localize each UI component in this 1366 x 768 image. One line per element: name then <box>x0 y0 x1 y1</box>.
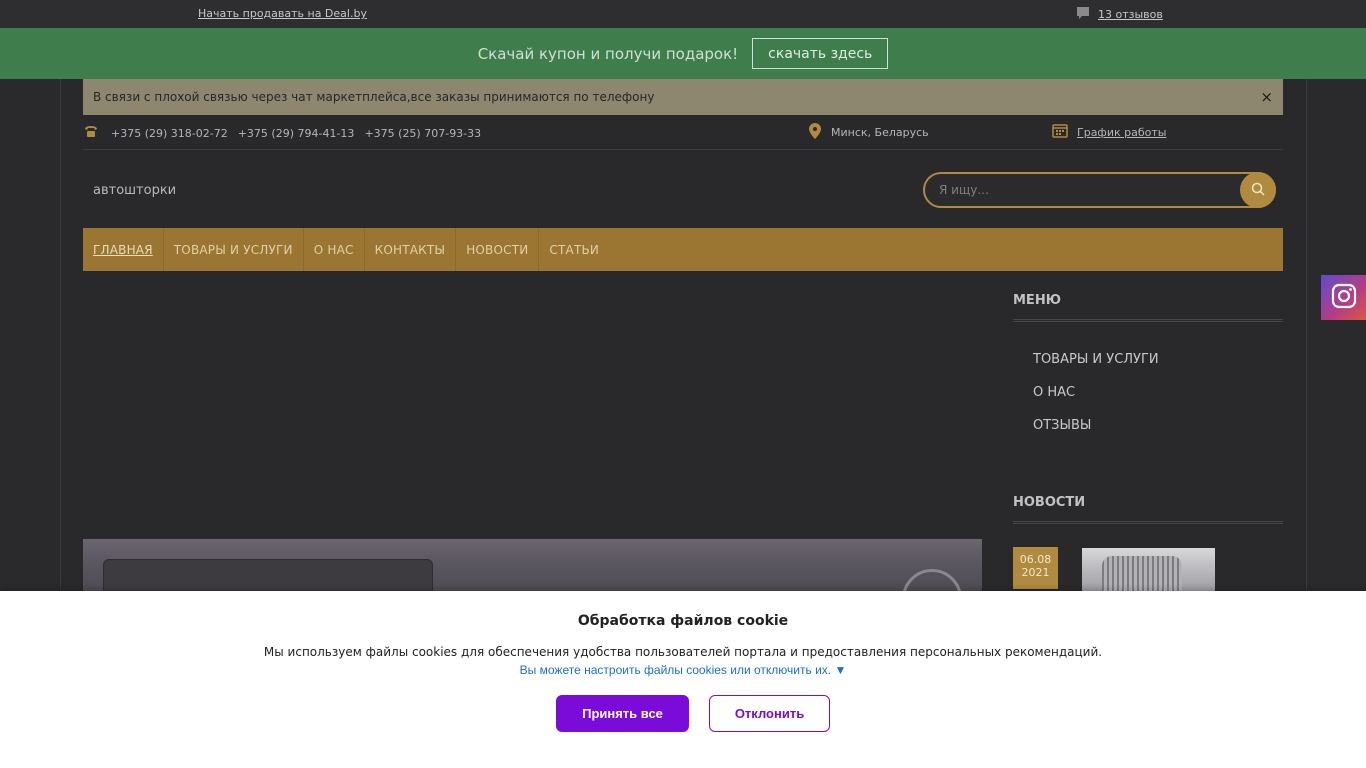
news-thumbnail[interactable] <box>1082 548 1215 593</box>
notice-banner: В связи с плохой связью через чат маркет… <box>83 79 1283 115</box>
cookie-description: Мы используем файлы cookies для обеспече… <box>263 645 1103 659</box>
comment-icon <box>1076 6 1090 23</box>
phone-list: +375 (29) 318-02-72 +375 (29) 794-41-13 … <box>83 124 481 142</box>
close-icon[interactable]: × <box>1260 88 1273 106</box>
nav-item-news[interactable]: НОВОСТИ <box>456 228 540 271</box>
cookie-consent-panel: Обработка файлов cookie Мы используем фа… <box>0 591 1366 768</box>
news-date-year: 2021 <box>1021 566 1050 579</box>
sidebar-news-title: НОВОСТИ <box>1013 495 1283 524</box>
phone-icon[interactable] <box>83 124 99 142</box>
main-nav: ГЛАВНАЯ ТОВАРЫ И УСЛУГИ О НАС КОНТАКТЫ Н… <box>83 228 1283 271</box>
coupon-text: Скачай купон и получи подарок! <box>477 44 739 63</box>
location-text: Минск, Беларусь <box>831 126 929 139</box>
instagram-icon <box>1331 283 1357 313</box>
coupon-download-button[interactable]: скачать здесь <box>752 38 889 69</box>
sidebar-item-about[interactable]: О НАС <box>1033 385 1159 418</box>
sidebar-menu-title: МЕНЮ <box>1013 293 1283 322</box>
sidebar-item-reviews[interactable]: ОТЗЫВЫ <box>1033 418 1159 451</box>
news-date-day: 06.08 <box>1019 553 1052 566</box>
nav-item-products[interactable]: ТОВАРЫ И УСЛУГИ <box>164 228 304 271</box>
accept-all-button[interactable]: Принять все <box>556 695 689 732</box>
top-bar: Начать продавать на Deal.by 13 отзывов <box>0 0 1366 28</box>
news-date-badge[interactable]: 06.08 2021 <box>1013 547 1058 589</box>
phone-number[interactable]: +375 (29) 318-02-72 <box>111 127 228 140</box>
search-button[interactable] <box>1240 172 1276 208</box>
sidebar-item-products[interactable]: ТОВАРЫ И УСЛУГИ <box>1033 352 1159 385</box>
phone-number[interactable]: +375 (29) 794-41-13 <box>238 127 355 140</box>
nav-item-articles[interactable]: СТАТЬИ <box>539 228 609 271</box>
reviews-link[interactable]: 13 отзывов <box>1076 6 1163 23</box>
calendar-icon <box>1052 123 1068 141</box>
search-icon <box>1251 181 1265 200</box>
phone-number[interactable]: +375 (25) 707-93-33 <box>364 127 481 140</box>
contacts-row: +375 (29) 318-02-72 +375 (29) 794-41-13 … <box>83 118 1283 150</box>
nav-item-home[interactable]: ГЛАВНАЯ <box>83 228 164 271</box>
schedule-label: График работы <box>1077 125 1167 139</box>
search-box <box>923 172 1276 208</box>
cookie-title: Обработка файлов cookie <box>577 613 789 629</box>
nav-item-contacts[interactable]: КОНТАКТЫ <box>365 228 457 271</box>
cookie-settings-link[interactable]: Вы можете настроить файлы cookies или от… <box>0 663 1366 677</box>
reviews-label: 13 отзывов <box>1098 8 1163 21</box>
instagram-button[interactable] <box>1321 275 1366 320</box>
site-tagline[interactable]: автошторки <box>93 183 176 198</box>
start-selling-link[interactable]: Начать продавать на Deal.by <box>198 7 367 20</box>
sidebar-menu: ТОВАРЫ И УСЛУГИ О НАС ОТЗЫВЫ <box>1033 352 1159 451</box>
location: Минск, Беларусь <box>809 123 929 142</box>
schedule-link[interactable]: График работы <box>1052 123 1166 141</box>
notice-text: В связи с плохой связью через чат маркет… <box>93 90 655 104</box>
hero-image[interactable] <box>83 539 982 599</box>
nav-item-about[interactable]: О НАС <box>304 228 365 271</box>
coupon-bar: Скачай купон и получи подарок! скачать з… <box>0 28 1366 79</box>
search-input[interactable] <box>939 183 1229 197</box>
map-pin-icon <box>809 123 821 142</box>
header-row: автошторки <box>83 152 1283 226</box>
decline-button[interactable]: Отклонить <box>709 695 830 732</box>
news-thumbnail-detail <box>1102 556 1182 593</box>
